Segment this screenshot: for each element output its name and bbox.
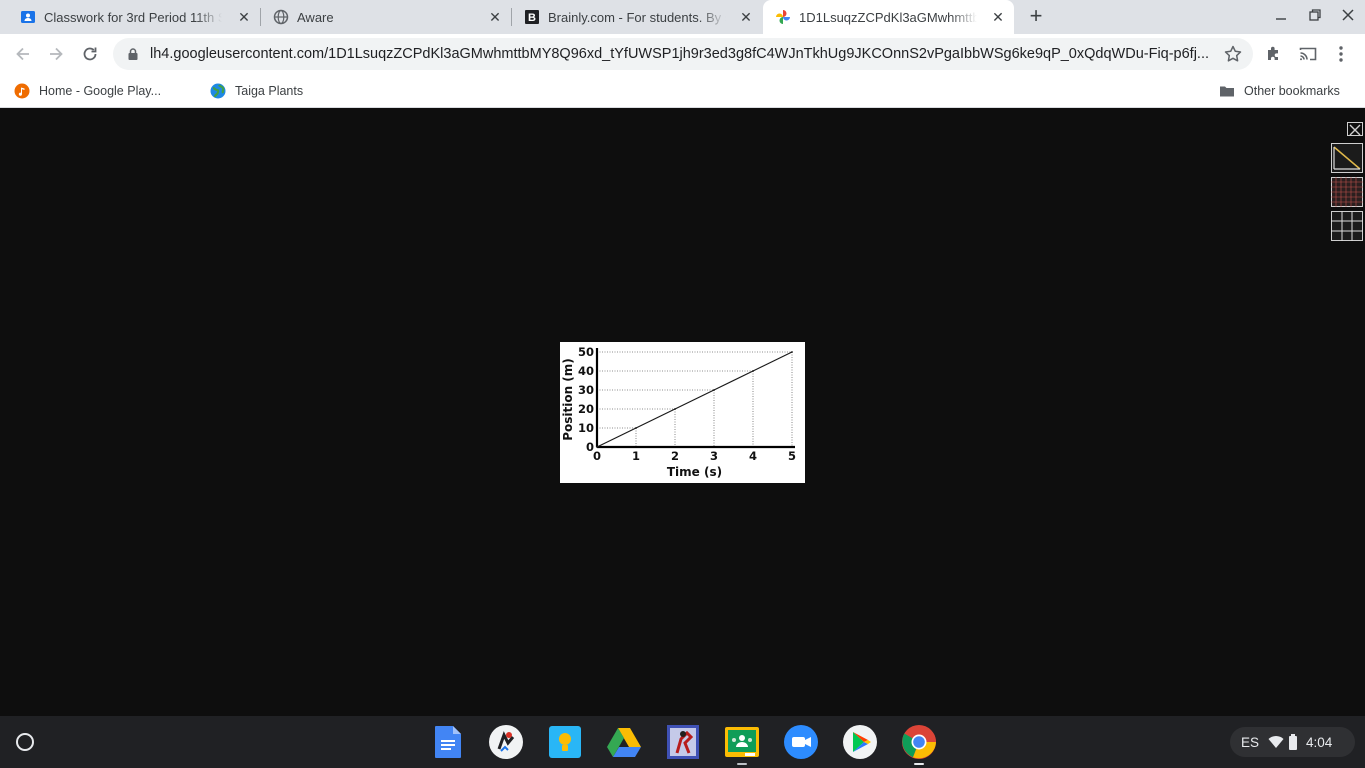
position-time-chart: 0 1 2 3 4 501020304050Time (s)Position (m): [561, 345, 796, 479]
y-tick-label: 50: [578, 345, 594, 359]
x-tick-label: 2: [671, 449, 679, 463]
x-tick-label: 0: [593, 449, 601, 463]
globe-icon: [273, 9, 289, 25]
wifi-icon: [1268, 735, 1284, 749]
data-point: [635, 427, 637, 429]
restore-icon[interactable]: [1305, 7, 1325, 27]
cast-icon[interactable]: [1298, 44, 1318, 64]
y-tick-label: 0: [586, 440, 594, 454]
os-shelf: ES 4:04: [0, 716, 1365, 768]
fine-grid-tool-icon[interactable]: [1331, 177, 1363, 207]
menu-kebab-icon[interactable]: [1331, 44, 1351, 64]
tab-aware[interactable]: Aware ✕: [261, 0, 511, 34]
y-tick-label: 30: [578, 383, 594, 397]
app-running-indicator: [737, 763, 747, 765]
image-viewer: 0 1 2 3 4 5 0 10 20 30 40 50 Time (s) Position (m): [0, 108, 1365, 716]
classroom-icon: [20, 9, 36, 25]
brainly-icon: B: [524, 9, 540, 25]
bookmarks-bar: Home - Google Play... Taiga Plants Other…: [0, 74, 1365, 108]
app-icon[interactable]: [489, 725, 523, 759]
tab-title: Brainly.com - For students. By stu: [548, 9, 726, 25]
position-time-graph-image: 0 1 2 3 4 5 0 10 20 30 40 50 Time (s) Position (m): [560, 342, 805, 483]
tab-brainly[interactable]: B Brainly.com - For students. By stu ✕: [512, 0, 762, 34]
x-tick-label: 4: [749, 449, 757, 463]
keep-icon[interactable]: [548, 725, 582, 759]
zoom-icon[interactable]: [784, 725, 818, 759]
data-point: [713, 389, 715, 391]
input-language[interactable]: ES: [1241, 735, 1259, 750]
new-tab-button[interactable]: +: [1025, 5, 1047, 28]
other-bookmarks[interactable]: Other bookmarks: [1219, 81, 1340, 101]
tab-classwork[interactable]: Classwork for 3rd Period 11th Sk ✕: [8, 0, 260, 34]
minimize-icon[interactable]: [1271, 7, 1291, 27]
tab-strip: Classwork for 3rd Period 11th Sk ✕ Aware…: [0, 0, 1365, 34]
google-classroom-icon[interactable]: [725, 725, 759, 765]
data-point: [596, 446, 598, 448]
battery-icon: [1288, 734, 1298, 750]
slope-tool-icon[interactable]: [1331, 143, 1363, 173]
extensions-icon[interactable]: [1264, 44, 1284, 64]
status-tray[interactable]: ES 4:04: [1230, 727, 1355, 757]
google-docs-icon[interactable]: [431, 725, 465, 759]
pinwheel-icon: [775, 9, 791, 25]
tab-title: 1D1LsuqzZCPdKl3aGMwhmttbM: [799, 9, 977, 25]
app-running-indicator: [914, 763, 924, 765]
earth-icon: [210, 83, 226, 99]
launcher-icon[interactable]: [12, 729, 38, 755]
poster-app-icon[interactable]: [666, 725, 700, 759]
y-tick-label: 20: [578, 402, 594, 416]
close-tab-icon[interactable]: ✕: [236, 9, 252, 25]
tab-title: Aware: [297, 9, 334, 25]
lock-icon[interactable]: [126, 47, 140, 61]
browser-toolbar: lh4.googleusercontent.com/1D1LsuqzZCPdKl…: [0, 34, 1365, 74]
google-play-music-icon: [14, 83, 30, 99]
bookmark-star-icon[interactable]: [1223, 44, 1243, 64]
y-tick-label: 10: [578, 421, 594, 435]
forward-icon[interactable]: [44, 42, 68, 66]
close-viewer-icon[interactable]: [1347, 122, 1363, 136]
data-point: [674, 408, 676, 410]
svg-text:B: B: [528, 12, 536, 24]
google-drive-icon[interactable]: [607, 725, 641, 759]
coarse-grid-tool-icon[interactable]: [1331, 211, 1363, 241]
other-bookmarks-label: Other bookmarks: [1244, 84, 1340, 98]
data-point: [791, 351, 793, 353]
address-bar[interactable]: lh4.googleusercontent.com/1D1LsuqzZCPdKl…: [113, 38, 1253, 70]
close-tab-icon[interactable]: ✕: [487, 9, 503, 25]
data-point: [752, 370, 754, 372]
tab-image-active[interactable]: 1D1LsuqzZCPdKl3aGMwhmttbM ✕: [763, 0, 1014, 34]
close-window-icon[interactable]: [1338, 7, 1358, 27]
clock: 4:04: [1306, 734, 1333, 750]
bookmark-taiga-plants[interactable]: Taiga Plants: [210, 81, 303, 101]
tab-title: Classwork for 3rd Period 11th Sk: [44, 9, 222, 25]
close-tab-icon[interactable]: ✕: [990, 9, 1006, 25]
bookmark-label: Home - Google Play...: [39, 84, 162, 98]
x-axis-label: Time (s): [667, 465, 722, 479]
bookmark-home-google-play[interactable]: Home - Google Play...: [14, 81, 161, 101]
google-play-store-icon[interactable]: [843, 725, 877, 759]
y-axis-label: Position (m): [561, 358, 575, 441]
chrome-icon[interactable]: [902, 725, 936, 765]
folder-icon: [1219, 83, 1235, 99]
url-text[interactable]: lh4.googleusercontent.com/1D1LsuqzZCPdKl…: [150, 46, 1210, 62]
x-tick-label: 3: [710, 449, 718, 463]
reload-icon[interactable]: [78, 42, 102, 66]
y-tick-label: 40: [578, 364, 594, 378]
data-series-line: [596, 351, 793, 448]
close-tab-icon[interactable]: ✕: [738, 9, 754, 25]
back-icon[interactable]: [11, 42, 35, 66]
x-tick-label: 5: [788, 449, 796, 463]
bookmark-label: Taiga Plants: [235, 84, 304, 98]
x-tick-label: 1: [632, 449, 640, 463]
